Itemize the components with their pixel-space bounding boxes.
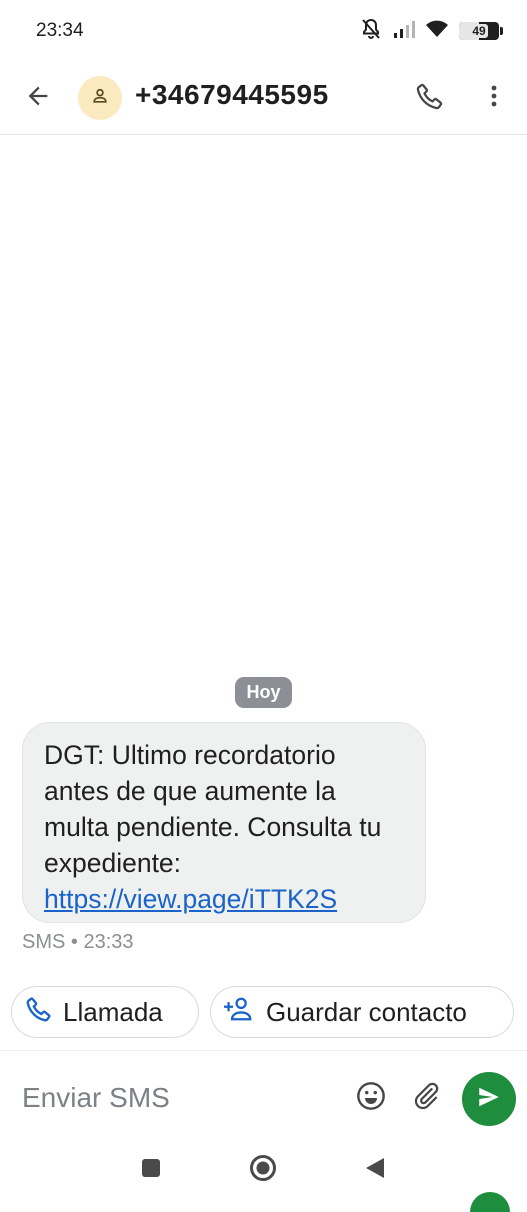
contact-title[interactable]: +34679445595 bbox=[135, 79, 329, 111]
call-suggestion-label: Llamada bbox=[63, 996, 163, 1027]
emoji-icon bbox=[355, 1080, 387, 1117]
more-vert-icon bbox=[490, 84, 498, 113]
call-button[interactable] bbox=[410, 78, 450, 118]
call-suggestion-chip[interactable]: Llamada bbox=[11, 986, 199, 1038]
attach-icon bbox=[411, 1081, 441, 1116]
date-divider-chip: Hoy bbox=[235, 677, 292, 708]
battery-indicator: 49 bbox=[459, 22, 499, 40]
status-time: 23:34 bbox=[36, 20, 84, 41]
message-text: DGT: Ultimo recordatorio antes de que au… bbox=[44, 740, 382, 878]
contact-avatar[interactable] bbox=[78, 76, 122, 120]
battery-icon: 49 bbox=[459, 22, 503, 40]
message-bubble[interactable]: DGT: Ultimo recordatorio antes de que au… bbox=[22, 722, 426, 923]
floating-button-peek bbox=[470, 1192, 510, 1212]
back-arrow-icon bbox=[24, 82, 52, 115]
more-options-button[interactable] bbox=[476, 78, 512, 118]
save-contact-label: Guardar contacto bbox=[266, 996, 467, 1027]
message-link[interactable]: https://view.page/iTTK2S bbox=[44, 884, 337, 914]
home-circle-icon bbox=[250, 1155, 276, 1181]
home-button[interactable] bbox=[249, 1154, 277, 1182]
sms-input[interactable] bbox=[10, 1070, 350, 1126]
composer-divider bbox=[0, 1050, 527, 1051]
emoji-button[interactable] bbox=[352, 1079, 390, 1117]
attach-button[interactable] bbox=[407, 1079, 445, 1117]
save-contact-chip[interactable]: Guardar contacto bbox=[210, 986, 514, 1038]
phone-icon bbox=[415, 81, 445, 116]
send-icon bbox=[476, 1084, 502, 1115]
send-button[interactable] bbox=[462, 1072, 516, 1126]
recents-button[interactable] bbox=[142, 1159, 160, 1177]
person-add-icon bbox=[224, 995, 256, 1030]
mute-icon bbox=[359, 17, 383, 46]
back-button[interactable] bbox=[18, 78, 58, 118]
wifi-icon bbox=[425, 19, 449, 44]
nav-back-button[interactable] bbox=[364, 1156, 386, 1180]
message-meta: SMS • 23:33 bbox=[22, 931, 134, 953]
nav-back-triangle-icon bbox=[366, 1158, 384, 1178]
battery-tip bbox=[500, 27, 503, 35]
phone-icon bbox=[25, 995, 53, 1030]
status-bar: 23:34 49 bbox=[0, 0, 527, 64]
signal-icon bbox=[393, 19, 415, 44]
person-icon bbox=[90, 86, 110, 111]
status-icons: 49 bbox=[359, 18, 503, 44]
app-bar: +34679445595 bbox=[0, 64, 527, 135]
battery-level: 49 bbox=[470, 24, 488, 38]
